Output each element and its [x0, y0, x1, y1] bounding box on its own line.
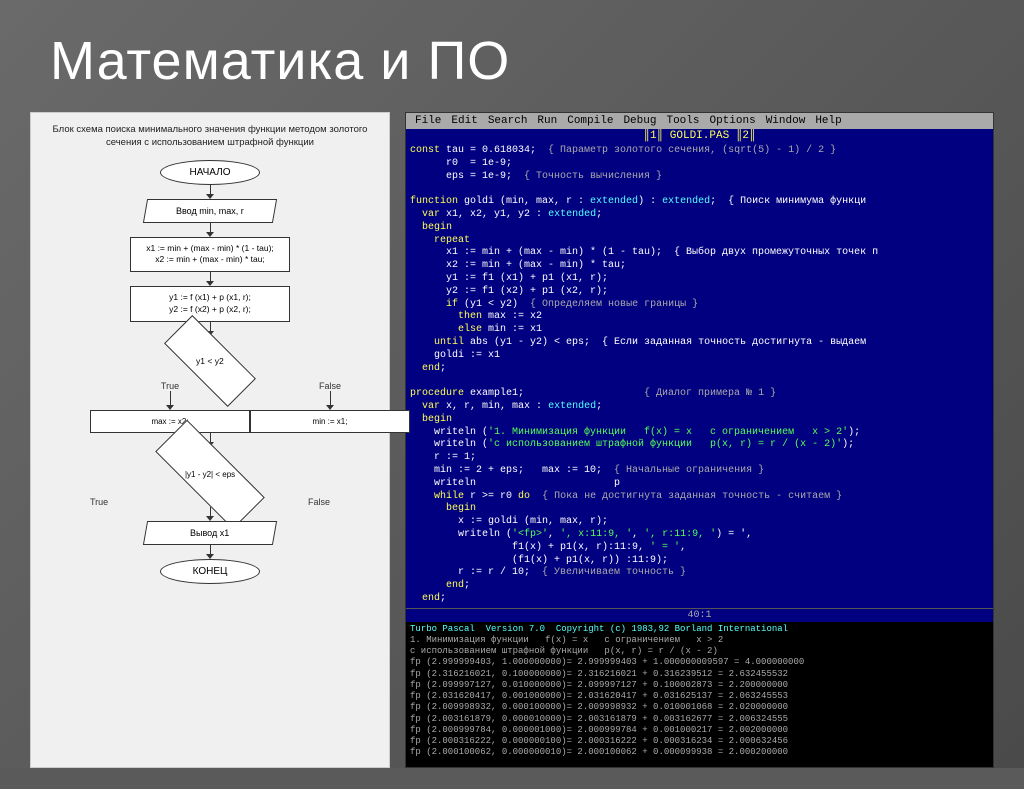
menu-help[interactable]: Help: [810, 114, 846, 128]
fc-branch-false1: False min := x1;: [250, 381, 410, 433]
fc-end: КОНЕЦ: [160, 559, 260, 584]
fc-min-assign: min := x1;: [250, 410, 410, 433]
title-right: ║2║: [736, 130, 756, 142]
code-editor-body[interactable]: const tau = 0.618034; { Параметр золотог…: [406, 143, 993, 608]
code-statusbar: 40:1: [406, 608, 993, 622]
menu-options[interactable]: Options: [704, 114, 760, 128]
flowchart-title: Блок схема поиска минимального значения …: [46, 123, 374, 150]
fc-arrow3: [206, 272, 214, 286]
flowchart-container: НАЧАЛО Ввод min, max, r x1 := min + (max…: [46, 160, 374, 585]
code-output: Turbo Pascal Version 7.0 Copyright (c) 1…: [406, 622, 993, 767]
fc-arrow7: [206, 545, 214, 559]
fc-arrow2: [206, 223, 214, 237]
slide: Математика и ПО Блок схема поиска минима…: [0, 0, 1024, 768]
fc-diamond2-area: |y1 - y2| < eps True False: [46, 447, 374, 507]
menu-search[interactable]: Search: [483, 114, 533, 128]
slide-title: Математика и ПО: [50, 30, 974, 92]
menu-compile[interactable]: Compile: [562, 114, 618, 128]
menu-run[interactable]: Run: [532, 114, 562, 128]
fc-max-assign: max := x2;: [90, 410, 250, 433]
menu-tools[interactable]: Tools: [661, 114, 704, 128]
menu-window[interactable]: Window: [761, 114, 811, 128]
fc-start: НАЧАЛО: [160, 160, 260, 185]
code-titlebar: ║1║ GOLDI.PAS ║2║: [406, 129, 993, 143]
content-area: Блок схема поиска минимального значения …: [0, 112, 1024, 788]
flowchart-panel: Блок схема поиска минимального значения …: [30, 112, 390, 768]
code-menubar[interactable]: File Edit Search Run Compile Debug Tools…: [406, 113, 993, 129]
filename: GOLDI.PAS: [670, 130, 729, 142]
title-area: Математика и ПО: [0, 0, 1024, 112]
fc-input: Ввод min, max, r: [143, 199, 277, 223]
fc-arrow1: [206, 185, 214, 199]
menu-edit[interactable]: Edit: [446, 114, 482, 128]
fc-block1: x1 := min + (max - min) * (1 - tau); x2 …: [130, 237, 290, 273]
fc-diamond1-area: y1 < y2 True max := x2; False: [46, 336, 374, 433]
fc-block2: y1 := f (x1) + p (x1, r); y2 := f (x2) +…: [130, 286, 290, 322]
fc-output: Вывод x1: [143, 521, 277, 545]
title-left: ║1║: [643, 130, 663, 142]
menu-debug[interactable]: Debug: [618, 114, 661, 128]
code-panel: File Edit Search Run Compile Debug Tools…: [405, 112, 994, 768]
menu-file[interactable]: File: [410, 114, 446, 128]
